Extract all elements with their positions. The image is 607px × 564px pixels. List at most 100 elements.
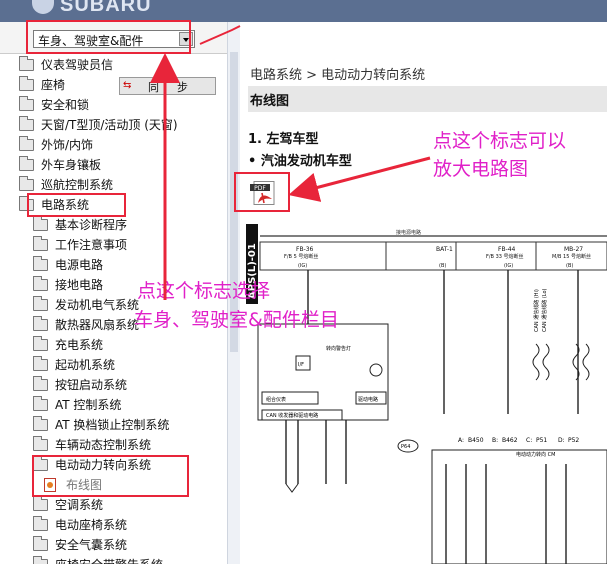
folder-icon [19,156,34,171]
annotation-zoom-line2: 放大电路图 [433,158,529,180]
annotation-select-line1: 点这个标志选择 [137,280,271,302]
diagram-top-label: 接电源电路 [396,229,421,236]
subtitle-left-drive: 1. 左驾车型 [248,132,319,147]
tree-item-label: 起动机系统 [55,358,116,372]
folder-icon [33,416,48,431]
can-hi-label: CAN 通信线路 (Hi) [533,289,540,332]
tree-item-label: 外车身镶板 [41,158,102,172]
folder-icon [19,136,34,151]
svg-text:A:: A: [458,437,464,444]
folder-icon [33,236,48,251]
folder-icon [33,316,48,331]
tree-item-label: 电源电路 [55,258,104,272]
meter-can-label: CAN 收发器和驱动电路 [266,412,318,419]
folder-icon [19,76,34,91]
fuse-bat1: BAT-1 (B) [436,246,453,269]
pdf-highlight-box [234,172,290,212]
tree-item-label: 电动座椅系统 [55,518,128,532]
folder-icon [33,256,48,271]
tree-highlight-box-eps [32,455,189,497]
folder-icon [19,116,34,131]
folder-icon [33,276,48,291]
tree-item-label: 安全和锁 [41,98,90,112]
folder-icon [33,356,48,371]
connector-row: A: B450 B: B462 C: P51 D: P52 [458,437,579,444]
tree-item-label: 基本诊断程序 [55,218,128,232]
app-header: SUBARU [0,0,607,22]
folder-icon [33,216,48,231]
section-header: 布线图 [248,86,607,112]
tree-item-label: 散热器风扇系统 [55,318,140,332]
tree-item-label: 座椅安全带警告系统 [55,555,163,564]
tree-item-label: 安全气囊系统 [55,538,128,552]
meter-cpu-label: 组合仪表 [266,396,286,403]
folder-icon [33,536,48,551]
meter-backlight-label: 驱动电路 [358,396,378,403]
sync-button-label: 同步 [148,81,206,94]
p64-label: P64 [401,444,410,450]
annotation-zoom-line1: 点这个标志可以 [433,130,567,152]
can-lo-label: CAN 通信线路 (Lo) [541,288,548,332]
svg-text:C:: C: [526,437,532,444]
svg-text:MB-27: MB-27 [564,246,583,253]
folder-icon [19,96,34,111]
svg-text:F/B 5 号熔断丝: F/B 5 号熔断丝 [284,253,318,260]
folder-icon [19,56,34,71]
section-title: 布线图 [250,94,290,109]
tree-item-label: AT 换档锁止控制系统 [55,418,170,432]
svg-text:(B): (B) [566,263,573,269]
svg-text:P52: P52 [568,437,579,444]
subaru-logo-icon [32,0,54,14]
tree-item-label: 座椅 [41,78,66,92]
tree-item-label: 工作注意事项 [55,238,128,252]
svg-text:B450: B450 [468,437,484,444]
breadcrumb: 电路系统 > 电动动力转向系统 [250,68,426,83]
svg-text:B462: B462 [502,437,518,444]
folder-icon [33,296,48,311]
folder-icon [33,336,48,351]
svg-text:BAT-1: BAT-1 [436,246,453,253]
tree-item-label: 车辆动态控制系统 [55,438,152,452]
folder-icon [33,396,48,411]
tree-item-label: 天窗/T型顶/活动顶 (天窗) [41,118,178,132]
folder-icon [33,436,48,451]
meter-if-label: I/F [298,362,304,368]
select-highlight-box [26,20,191,54]
subtitle-gasoline-engine: • 汽油发动机车型 [248,154,352,169]
tree-item-label: 按钮启动系统 [55,378,128,392]
wiring-diagram[interactable]: APS(L)-01 接电源电路 FB-36 F/B 5 号熔断丝 (IG) BA… [246,224,607,564]
meter-warning-label: 转向警告灯 [326,345,351,352]
fuse-fb36: FB-36 F/B 5 号熔断丝 (IG) [284,246,318,269]
ecu-label: 电动动力转向 CM [516,451,555,458]
svg-text:(IG): (IG) [298,263,307,269]
svg-text:(IG): (IG) [504,263,513,269]
tree-item-label: 空调系统 [55,498,104,512]
tree-item-label: 仪表驾驶员信 [41,58,114,72]
tree-item-label: 巡航控制系统 [41,178,114,192]
svg-text:(B): (B) [439,263,446,269]
folder-icon [33,556,48,564]
brand-logo: SUBARU [60,0,152,16]
sync-icon: ⇆ [123,80,132,91]
sync-button[interactable]: ⇆ 同步 [119,77,216,95]
svg-text:F/B 33 号熔断丝: F/B 33 号熔断丝 [486,253,524,260]
svg-text:FB-36: FB-36 [296,246,314,253]
tree-highlight-box-electrical [27,193,126,217]
tree-item-label: 充电系统 [55,338,104,352]
svg-text:B:: B: [492,437,498,444]
tree-item-label: 接地电路 [55,278,104,292]
fuse-fb44: FB-44 F/B 33 号熔断丝 (IG) [486,246,524,269]
folder-icon [33,496,48,511]
folder-icon [33,376,48,391]
fuse-mb27: MB-27 M/B 15 号熔断丝 (B) [552,246,591,269]
svg-text:FB-44: FB-44 [498,246,516,253]
folder-icon [19,176,34,191]
svg-text:M/B 15 号熔断丝: M/B 15 号熔断丝 [552,253,591,260]
tree-item-label: AT 控制系统 [55,398,122,412]
annotation-select-line2: 车身、驾驶室&配件栏目 [134,309,339,331]
svg-text:D:: D: [558,437,565,444]
tree-item-label: 外饰/内饰 [41,138,94,152]
svg-text:P51: P51 [536,437,547,444]
tree-item-label: 发动机电气系统 [55,298,140,312]
folder-icon [33,516,48,531]
